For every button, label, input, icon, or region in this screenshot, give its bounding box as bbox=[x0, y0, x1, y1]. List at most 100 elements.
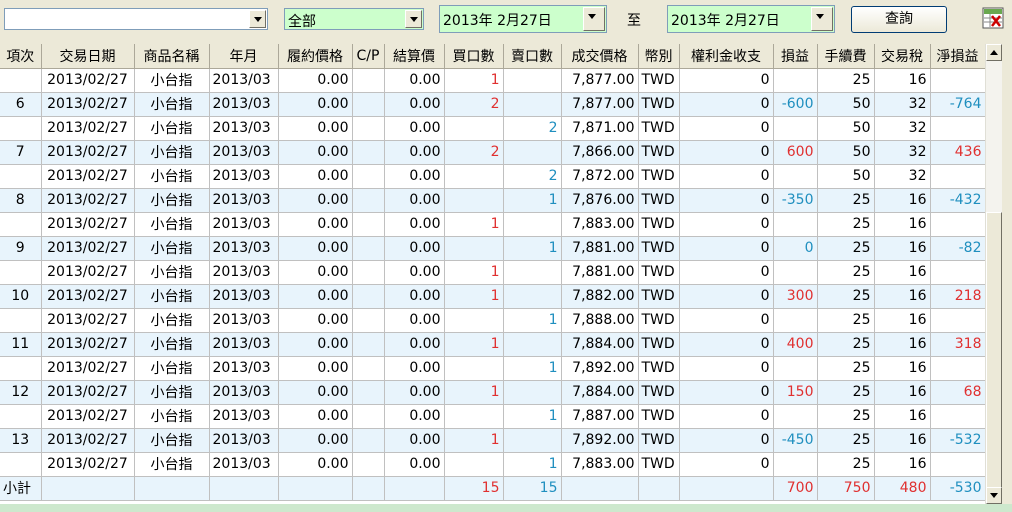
item-no-cell bbox=[0, 356, 42, 381]
contract-month-cell: 2013/03 bbox=[209, 380, 279, 405]
net-pnl-cell bbox=[930, 164, 985, 189]
currency-cell: TWD bbox=[638, 308, 680, 333]
table-row[interactable]: 7 2013/02/27 小台指 2013/03 0.00 0.00 2 7,866.00 TW… bbox=[0, 140, 985, 165]
table-row[interactable]: 2013/02/27 小台指 2013/03 0.00 0.00 1 7,888.00 TWD… bbox=[0, 308, 985, 333]
table-row[interactable]: 6 2013/02/27 小台指 2013/03 0.00 0.00 2 7,877.00 TW… bbox=[0, 92, 985, 117]
column-header[interactable]: 履約價格 bbox=[278, 44, 353, 69]
table-row[interactable]: 2013/02/27 小台指 2013/03 0.00 0.00 1 7,877.00 TWD… bbox=[0, 68, 985, 93]
table-row[interactable]: 2013/02/27 小台指 2013/03 0.00 0.00 1 7,887.00 TWD… bbox=[0, 404, 985, 429]
cp-cell bbox=[352, 260, 385, 285]
chevron-down-icon[interactable] bbox=[583, 7, 605, 31]
column-header[interactable]: 淨損益 bbox=[930, 44, 985, 69]
end-date-picker[interactable]: 2013年 2月27日 bbox=[667, 5, 835, 33]
table-row[interactable]: 2013/02/27 小台指 2013/03 0.00 0.00 2 7,871.00 TWD… bbox=[0, 116, 985, 141]
cp-cell bbox=[352, 284, 385, 309]
product-cell: 小台指 bbox=[134, 236, 210, 261]
premium-cell: 0 bbox=[679, 212, 774, 237]
buy-qty-cell: 1 bbox=[444, 380, 504, 405]
product-cell: 小台指 bbox=[134, 428, 210, 453]
scroll-up-icon[interactable] bbox=[986, 44, 1002, 61]
vertical-scrollbar[interactable] bbox=[985, 44, 1002, 504]
settle-price-cell: 0.00 bbox=[384, 380, 445, 405]
column-header[interactable]: 買口數 bbox=[444, 44, 504, 69]
product-cell: 小台指 bbox=[134, 452, 210, 477]
column-header[interactable]: 權利金收支 bbox=[679, 44, 774, 69]
column-header[interactable]: 交易日期 bbox=[41, 44, 135, 69]
subtotal-tax-cell: 480 bbox=[874, 476, 931, 501]
category-dropdown[interactable]: 全部 bbox=[284, 8, 424, 30]
table-row[interactable]: 2013/02/27 小台指 2013/03 0.00 0.00 1 7,892.00 TWD… bbox=[0, 356, 985, 381]
net-pnl-cell bbox=[930, 212, 985, 237]
trade-date-cell: 2013/02/27 bbox=[41, 332, 135, 357]
strike-cell: 0.00 bbox=[278, 236, 353, 261]
premium-cell: 0 bbox=[679, 116, 774, 141]
column-header[interactable]: 結算價 bbox=[384, 44, 445, 69]
pnl-cell: 0 bbox=[773, 236, 818, 261]
premium-cell: 0 bbox=[679, 164, 774, 189]
column-header[interactable]: 商品名稱 bbox=[134, 44, 210, 69]
scroll-down-icon[interactable] bbox=[986, 487, 1002, 504]
chevron-down-icon[interactable] bbox=[405, 10, 422, 28]
table-row[interactable]: 11 2013/02/27 小台指 2013/03 0.00 0.00 1 7,884.00 T… bbox=[0, 332, 985, 357]
query-button[interactable]: 查詢 bbox=[851, 6, 947, 33]
fee-cell: 25 bbox=[817, 188, 875, 213]
subtotal-empty-cell bbox=[209, 476, 279, 501]
item-no-cell: 12 bbox=[0, 380, 42, 405]
column-header[interactable]: 賣口數 bbox=[503, 44, 562, 69]
sell-qty-cell: 2 bbox=[503, 116, 562, 141]
column-header[interactable]: 幣別 bbox=[638, 44, 680, 69]
trade-date-cell: 2013/02/27 bbox=[41, 68, 135, 93]
column-header[interactable]: 年月 bbox=[209, 44, 279, 69]
tax-cell: 16 bbox=[874, 236, 931, 261]
strike-cell: 0.00 bbox=[278, 404, 353, 429]
start-date-picker[interactable]: 2013年 2月27日 bbox=[439, 5, 607, 33]
account-dropdown[interactable] bbox=[4, 8, 268, 30]
scroll-thumb[interactable] bbox=[986, 212, 1002, 488]
product-cell: 小台指 bbox=[134, 212, 210, 237]
cp-cell bbox=[352, 452, 385, 477]
column-header[interactable]: 手續費 bbox=[817, 44, 875, 69]
table-row[interactable]: 13 2013/02/27 小台指 2013/03 0.00 0.00 1 7,892.00 T… bbox=[0, 428, 985, 453]
column-header[interactable]: 損益 bbox=[773, 44, 818, 69]
tax-cell: 16 bbox=[874, 356, 931, 381]
fee-cell: 25 bbox=[817, 308, 875, 333]
premium-cell: 0 bbox=[679, 284, 774, 309]
toolbar: 全部 2013年 2月27日 至 2013年 2月27日 查詢 bbox=[0, 0, 1012, 42]
table-row[interactable]: 8 2013/02/27 小台指 2013/03 0.00 0.00 1 7,876.00 TW… bbox=[0, 188, 985, 213]
sell-qty-cell: 1 bbox=[503, 404, 562, 429]
trade-grid[interactable]: 項次 交易日期 商品名稱 年月 履約價格 C/P 結算價 買口數 賣口數 成交價格 幣別 權利金收支損… bbox=[0, 44, 985, 504]
trade-date-cell: 2013/02/27 bbox=[41, 356, 135, 381]
table-row[interactable]: 10 2013/02/27 小台指 2013/03 0.00 0.00 1 7,882.00 T… bbox=[0, 284, 985, 309]
buy-qty-cell bbox=[444, 356, 504, 381]
settle-price-cell: 0.00 bbox=[384, 356, 445, 381]
column-header[interactable]: C/P bbox=[352, 44, 385, 69]
trade-date-cell: 2013/02/27 bbox=[41, 188, 135, 213]
net-pnl-cell: 318 bbox=[930, 332, 985, 357]
table-row[interactable]: 2013/02/27 小台指 2013/03 0.00 0.00 2 7,872.00 TWD… bbox=[0, 164, 985, 189]
buy-qty-cell bbox=[444, 452, 504, 477]
strike-cell: 0.00 bbox=[278, 308, 353, 333]
fee-cell: 25 bbox=[817, 356, 875, 381]
date-range-separator: 至 bbox=[627, 13, 641, 29]
trade-date-cell: 2013/02/27 bbox=[41, 284, 135, 309]
product-cell: 小台指 bbox=[134, 284, 210, 309]
chevron-down-icon[interactable] bbox=[811, 7, 833, 31]
buy-qty-cell: 1 bbox=[444, 284, 504, 309]
column-header[interactable]: 項次 bbox=[0, 44, 42, 69]
chevron-down-icon[interactable] bbox=[249, 10, 266, 28]
table-row[interactable]: 2013/02/27 小台指 2013/03 0.00 0.00 1 7,881.00 TWD… bbox=[0, 260, 985, 285]
fill-price-cell: 7,883.00 bbox=[561, 452, 639, 477]
table-row[interactable]: 12 2013/02/27 小台指 2013/03 0.00 0.00 1 7,884.00 T… bbox=[0, 380, 985, 405]
table-row[interactable]: 9 2013/02/27 小台指 2013/03 0.00 0.00 1 7,881.00 TW… bbox=[0, 236, 985, 261]
start-date-value: 2013年 2月27日 bbox=[443, 13, 552, 29]
strike-cell: 0.00 bbox=[278, 260, 353, 285]
settle-price-cell: 0.00 bbox=[384, 284, 445, 309]
end-date-value: 2013年 2月27日 bbox=[671, 13, 780, 29]
subtotal-net-cell: -530 bbox=[930, 476, 985, 501]
column-header[interactable]: 交易稅 bbox=[874, 44, 931, 69]
column-header[interactable]: 成交價格 bbox=[561, 44, 639, 69]
excel-export-icon[interactable] bbox=[981, 6, 1005, 30]
table-row[interactable]: 2013/02/27 小台指 2013/03 0.00 0.00 1 7,883.00 TWD… bbox=[0, 452, 985, 477]
buy-qty-cell bbox=[444, 116, 504, 141]
table-row[interactable]: 2013/02/27 小台指 2013/03 0.00 0.00 1 7,883.00 TWD… bbox=[0, 212, 985, 237]
